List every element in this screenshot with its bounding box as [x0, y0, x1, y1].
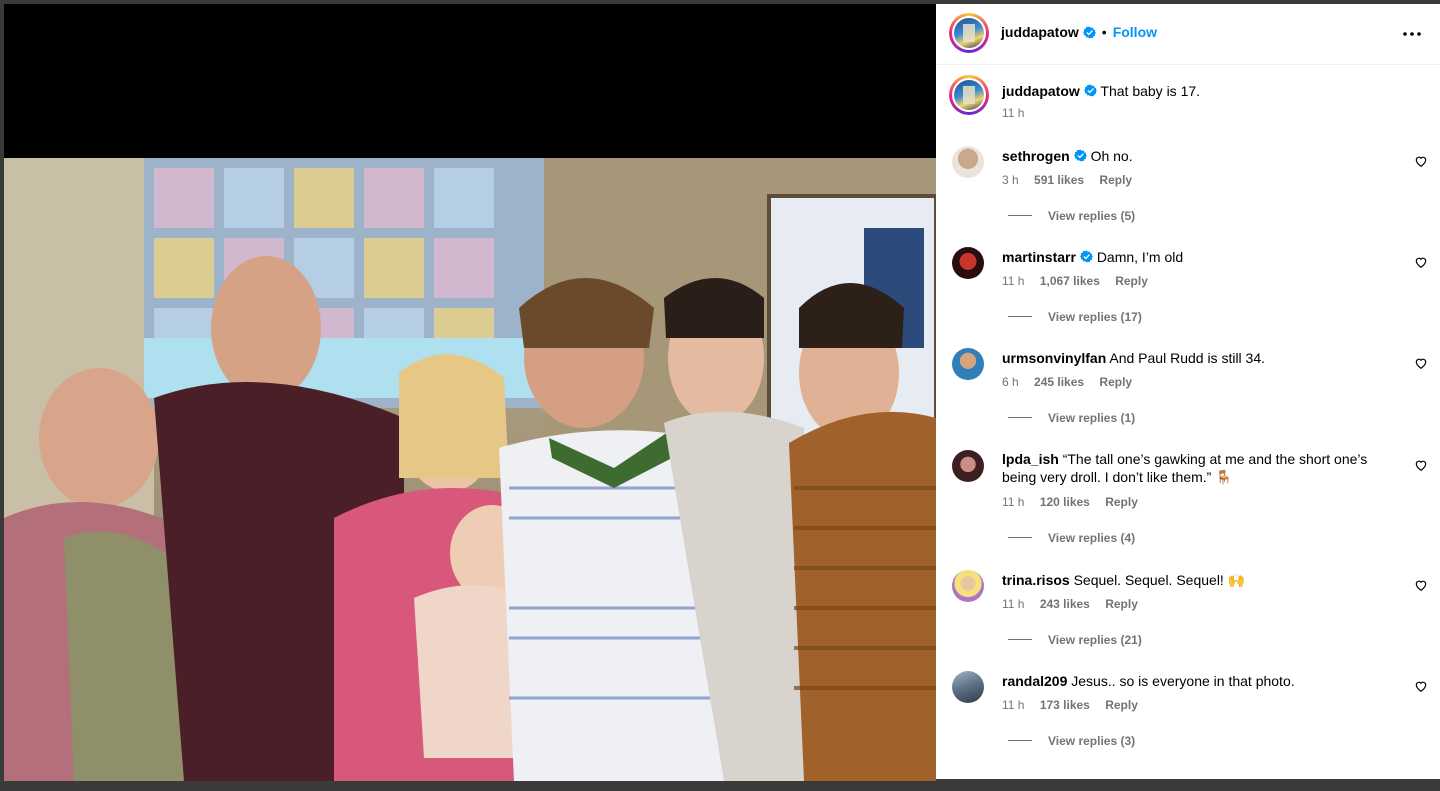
- verified-badge-icon: [1082, 26, 1096, 38]
- comment-time: 11 h: [1002, 597, 1025, 611]
- heart-icon[interactable]: [1414, 679, 1428, 693]
- author-avatar[interactable]: [949, 13, 989, 53]
- commenter-avatar[interactable]: [952, 671, 984, 703]
- comment-time: 6 h: [1002, 375, 1019, 389]
- comment-time: 11 h: [1002, 274, 1025, 288]
- comment-text: Oh no.: [1090, 148, 1133, 164]
- caption-author-avatar[interactable]: [949, 75, 989, 115]
- post-photo[interactable]: [4, 158, 936, 781]
- heart-icon[interactable]: [1414, 458, 1428, 472]
- comment-likes[interactable]: 245 likes: [1034, 375, 1084, 389]
- comment-username[interactable]: sethrogen: [1002, 148, 1070, 164]
- comment-time: 11 h: [1002, 698, 1025, 712]
- reply-button[interactable]: Reply: [1099, 173, 1132, 187]
- view-replies-button[interactable]: View replies (3): [1008, 734, 1135, 748]
- comment-text: And Paul Rudd is still 34.: [1109, 350, 1266, 366]
- comment-likes[interactable]: 243 likes: [1040, 597, 1090, 611]
- more-options-icon[interactable]: [1400, 22, 1424, 46]
- reply-button[interactable]: Reply: [1099, 375, 1132, 389]
- comment-text: Sequel. Sequel. Sequel! 🙌: [1073, 572, 1246, 588]
- separator-dot: •: [1101, 24, 1107, 40]
- comment-text: “The tall one’s gawking at me and the sh…: [1062, 451, 1368, 467]
- comment-username[interactable]: trina.risos: [1002, 572, 1070, 588]
- author-username[interactable]: juddapatow: [1001, 24, 1079, 40]
- comment-username[interactable]: lpda_ish: [1002, 451, 1059, 467]
- comment-text: Damn, I’m old: [1096, 249, 1184, 265]
- reply-button[interactable]: Reply: [1105, 698, 1138, 712]
- post-header: juddapatow • Follow: [936, 4, 1440, 65]
- comment-likes[interactable]: 173 likes: [1040, 698, 1090, 712]
- comment-username[interactable]: martinstarr: [1002, 249, 1076, 265]
- commenter-avatar[interactable]: [952, 146, 984, 178]
- heart-icon[interactable]: [1414, 255, 1428, 269]
- heart-icon[interactable]: [1414, 154, 1428, 168]
- caption-username[interactable]: juddapatow: [1002, 83, 1080, 99]
- comment-username[interactable]: urmsonvinylfan: [1002, 350, 1106, 366]
- app-window: juddapatow • Follow juddapatow That baby…: [0, 0, 1440, 791]
- reply-button[interactable]: Reply: [1115, 274, 1148, 288]
- heart-icon[interactable]: [1414, 356, 1428, 370]
- verified-badge-icon: [1079, 250, 1093, 263]
- commenter-avatar[interactable]: [952, 247, 984, 279]
- commenter-avatar[interactable]: [952, 348, 984, 380]
- comment-time: 11 h: [1002, 495, 1025, 509]
- comment-text-continued: being very droll. I don’t like them.” 🪑: [1002, 469, 1233, 485]
- group-photo-illustration: [4, 158, 936, 781]
- reply-button[interactable]: Reply: [1105, 597, 1138, 611]
- verified-badge-icon: [1083, 84, 1097, 97]
- comment-username[interactable]: randal209: [1002, 673, 1067, 689]
- comment-text: Jesus.. so is everyone in that photo.: [1071, 673, 1295, 689]
- verified-badge-icon: [1073, 149, 1087, 162]
- view-replies-button[interactable]: View replies (5): [1008, 209, 1135, 223]
- post-sidebar: juddapatow • Follow juddapatow That baby…: [936, 4, 1440, 779]
- commenter-avatar[interactable]: [952, 450, 984, 482]
- commenter-avatar[interactable]: [952, 570, 984, 602]
- comment-likes[interactable]: 120 likes: [1040, 495, 1090, 509]
- post-media[interactable]: [4, 4, 936, 781]
- comment-likes[interactable]: 591 likes: [1034, 173, 1084, 187]
- view-replies-button[interactable]: View replies (1): [1008, 411, 1135, 425]
- caption-text: That baby is 17.: [1100, 83, 1201, 99]
- comment-likes[interactable]: 1,067 likes: [1040, 274, 1100, 288]
- caption-time: 11 h: [1002, 106, 1025, 120]
- view-replies-button[interactable]: View replies (21): [1008, 633, 1142, 647]
- comment-time: 3 h: [1002, 173, 1019, 187]
- view-replies-button[interactable]: View replies (4): [1008, 531, 1135, 545]
- follow-button[interactable]: Follow: [1113, 24, 1157, 40]
- reply-button[interactable]: Reply: [1105, 495, 1138, 509]
- heart-icon[interactable]: [1414, 578, 1428, 592]
- view-replies-button[interactable]: View replies (17): [1008, 310, 1142, 324]
